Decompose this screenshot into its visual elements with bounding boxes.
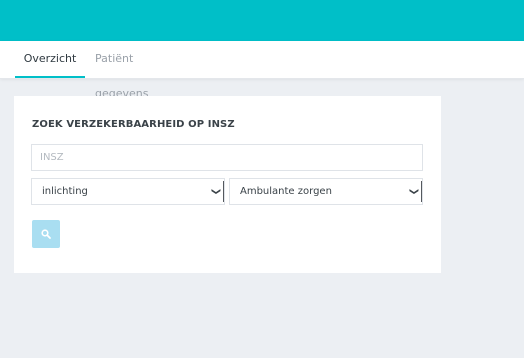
care-type-select[interactable]: Ambulante zorgen ❯ (229, 178, 423, 205)
search-icon (41, 229, 51, 239)
insz-input[interactable] (31, 144, 423, 171)
care-type-value: Ambulante zorgen (240, 186, 332, 197)
tab-bar: Overzicht Patiënt gegevens (0, 41, 524, 100)
search-button[interactable] (32, 220, 60, 248)
request-type-value: inlichting (42, 186, 88, 197)
select-divider (223, 181, 224, 202)
top-header-bar (0, 0, 524, 41)
tab-patient-gegevens[interactable]: Patiënt gegevens (95, 41, 185, 100)
insurability-search-card: ZOEK VERZEKERBAARHEID OP INSZ inlichting… (14, 96, 441, 273)
request-type-select[interactable]: inlichting ❯ (31, 178, 225, 205)
select-divider (421, 181, 422, 202)
card-title: ZOEK VERZEKERBAARHEID OP INSZ (32, 119, 235, 130)
tab-overzicht[interactable]: Overzicht (15, 41, 85, 78)
